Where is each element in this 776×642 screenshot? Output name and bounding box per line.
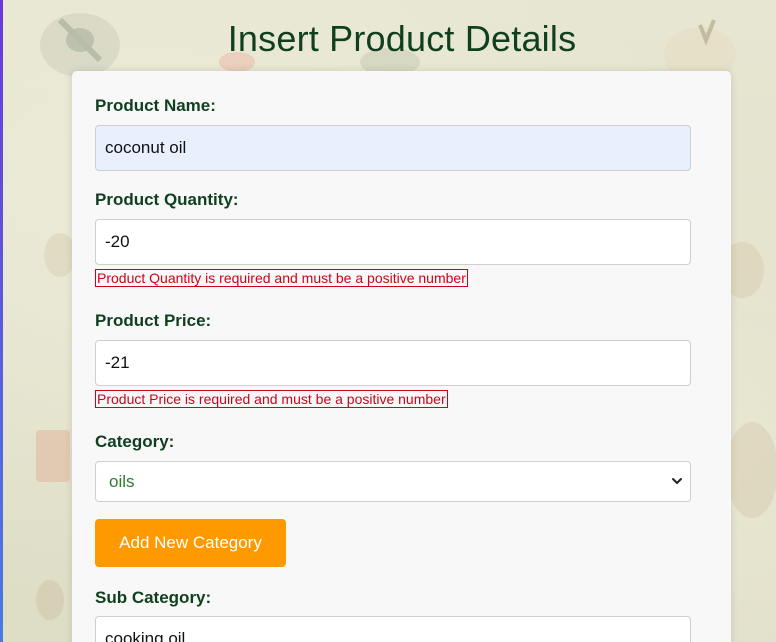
window-left-edge <box>0 0 3 642</box>
product-name-input[interactable]: coconut oil <box>95 125 691 171</box>
product-quantity-error: Product Quantity is required and must be… <box>95 269 468 287</box>
sub-category-label: Sub Category: <box>95 588 212 607</box>
category-select[interactable]: oils <box>95 461 691 502</box>
category-selected-value: oils <box>109 472 135 491</box>
sub-category-input[interactable]: cooking oil <box>95 616 691 642</box>
product-price-error: Product Price is required and must be a … <box>95 390 448 408</box>
chevron-down-icon <box>672 478 682 484</box>
product-name-label: Product Name: <box>95 96 216 115</box>
product-price-label: Product Price: <box>95 311 212 330</box>
category-label: Category: <box>95 432 175 451</box>
product-price-input[interactable]: -21 <box>95 340 691 386</box>
product-form: Product Name: coconut oil Product Quanti… <box>72 71 731 642</box>
add-new-category-button[interactable]: Add New Category <box>95 519 286 567</box>
product-quantity-label: Product Quantity: <box>95 190 239 209</box>
product-quantity-input[interactable]: -20 <box>95 219 691 265</box>
page-title: Insert Product Details <box>227 18 577 59</box>
